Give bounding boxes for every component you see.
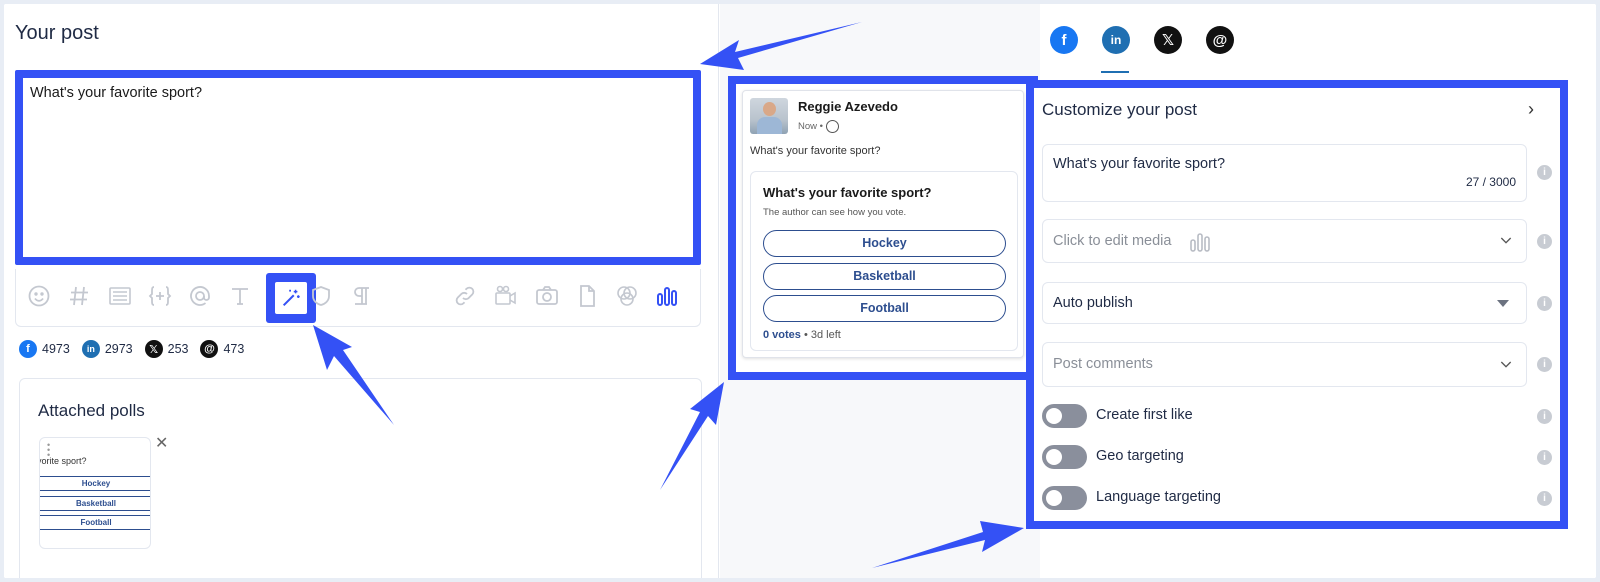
tab-x[interactable]: 𝕏 <box>1154 26 1182 54</box>
editor-toolbar <box>15 269 701 327</box>
geo-targeting-toggle[interactable] <box>1042 445 1087 469</box>
post-text-editor[interactable]: What's your favorite sport? <box>15 70 701 265</box>
chevron-right-icon[interactable]: › <box>1528 99 1534 120</box>
threads-icon: @ <box>200 340 219 358</box>
custom-text-field[interactable]: What's your favorite sport? 27 / 3000 <box>1042 144 1527 202</box>
paragraph-icon[interactable] <box>348 283 374 309</box>
language-targeting-toggle[interactable] <box>1042 486 1087 510</box>
network-tabs: f in 𝕏 @ <box>1040 26 1596 74</box>
attached-polls-card: Attached polls ••• avorite sport? Hockey… <box>19 378 702 578</box>
customize-panel: f in 𝕏 @ Customize your post › What's yo… <box>1026 4 1596 578</box>
x-icon: 𝕏 <box>1161 32 1175 49</box>
tab-linkedin[interactable]: in <box>1102 26 1130 54</box>
thumb-option: Basketball <box>40 496 150 511</box>
info-icon[interactable]: i <box>1537 234 1552 249</box>
customize-title: Customize your post <box>1042 100 1197 119</box>
chevron-down-icon <box>1498 232 1514 251</box>
video-icon[interactable] <box>493 283 519 309</box>
thumb-option: Football <box>40 515 150 530</box>
facebook-icon: f <box>1061 31 1067 49</box>
poll-question: What's your favorite sport? <box>763 185 932 200</box>
post-comments-select[interactable]: Post comments <box>1042 342 1527 387</box>
customize-highlight: Customize your post › What's your favori… <box>1026 80 1568 529</box>
snippet-icon[interactable] <box>107 283 133 309</box>
poll-option-hockey[interactable]: Hockey <box>763 230 1006 257</box>
attached-polls-title: Attached polls <box>38 401 145 420</box>
post-meta: Now • <box>798 120 839 133</box>
preview-panel: Reggie Azevedo Now • What's your favorit… <box>720 4 1040 578</box>
variable-icon[interactable] <box>147 283 173 309</box>
tab-facebook[interactable]: f <box>1050 26 1078 54</box>
linkedin-icon: in <box>81 340 100 358</box>
hashtag-icon[interactable] <box>66 283 92 309</box>
poll-icon[interactable] <box>654 283 680 309</box>
thumb-option: Hockey <box>40 476 150 491</box>
page-title: Your post <box>15 22 99 44</box>
text-format-icon[interactable] <box>227 283 253 309</box>
facebook-count: f 4973 <box>19 340 70 358</box>
poll-icon <box>1188 230 1212 259</box>
app-frame: Your post What's your favorite sport? f … <box>4 4 1596 578</box>
author-name: Reggie Azevedo <box>798 99 898 114</box>
caret-down-icon <box>1497 300 1509 307</box>
toggle-create-first-like: Create first like <box>1042 404 1542 430</box>
poll-subtitle: The author can see how you vote. <box>763 207 907 218</box>
facebook-icon: f <box>19 340 37 358</box>
linkedin-icon: in <box>1110 33 1122 47</box>
active-tab-indicator <box>1101 71 1129 73</box>
x-count: 𝕏 253 <box>144 340 188 358</box>
info-icon[interactable]: i <box>1537 357 1552 372</box>
mention-icon[interactable] <box>187 283 213 309</box>
camera-icon[interactable] <box>534 283 560 309</box>
chevron-down-icon <box>1498 356 1514 375</box>
ai-wand-icon <box>275 282 307 314</box>
linkedin-preview-card: Reggie Azevedo Now • What's your favorit… <box>742 90 1024 358</box>
publish-mode-select[interactable]: Auto publish <box>1042 282 1527 324</box>
info-icon[interactable]: i <box>1537 296 1552 311</box>
media-select[interactable]: Click to edit media <box>1042 219 1527 263</box>
create-first-like-toggle[interactable] <box>1042 404 1087 428</box>
poll-footer: 0 votes • 3d left <box>763 329 841 341</box>
threads-icon: @ <box>1212 31 1228 49</box>
info-icon[interactable]: i <box>1537 491 1552 506</box>
link-icon[interactable] <box>452 283 478 309</box>
poll-option-football[interactable]: Football <box>763 295 1006 322</box>
emoji-icon[interactable] <box>26 283 52 309</box>
editor-text[interactable]: What's your favorite sport? <box>30 85 202 101</box>
remove-poll-icon[interactable]: ✕ <box>155 433 168 453</box>
x-icon: 𝕏 <box>144 340 163 358</box>
info-icon[interactable]: i <box>1537 450 1552 465</box>
file-icon[interactable] <box>574 283 600 309</box>
globe-icon <box>825 120 839 133</box>
char-counter: 27 / 3000 <box>1465 175 1516 189</box>
poll-option-basketball[interactable]: Basketball <box>763 263 1006 290</box>
info-icon[interactable]: i <box>1537 165 1552 180</box>
preview-poll: What's your favorite sport? The author c… <box>750 171 1018 351</box>
tab-threads[interactable]: @ <box>1206 26 1234 54</box>
linkedin-count: in 2973 <box>81 340 133 358</box>
preview-text: What's your favorite sport? <box>750 145 881 157</box>
threads-count: @ 473 <box>200 340 244 358</box>
poll-thumbnail[interactable]: ••• avorite sport? Hockey Basketball Foo… <box>39 437 151 549</box>
character-counts: f 4973 in 2973 𝕏 253 @ 473 <box>19 340 256 358</box>
canva-icon[interactable] <box>614 283 640 309</box>
avatar <box>750 98 788 134</box>
post-editor-panel: Your post What's your favorite sport? f … <box>4 4 719 578</box>
toggle-language-targeting: Language targeting <box>1042 486 1542 512</box>
shield-icon[interactable] <box>308 283 334 309</box>
toggle-geo-targeting: Geo targeting <box>1042 445 1542 471</box>
info-icon[interactable]: i <box>1537 409 1552 424</box>
preview-highlight: Reggie Azevedo Now • What's your favorit… <box>728 76 1038 380</box>
